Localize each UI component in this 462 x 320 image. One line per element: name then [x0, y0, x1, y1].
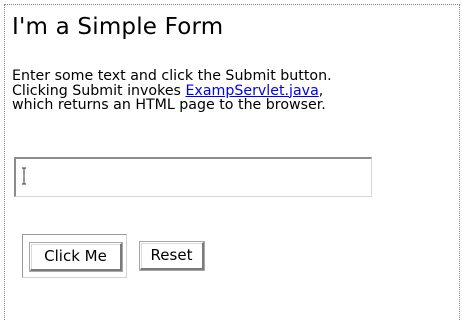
- description-line-1: Enter some text and click the Submit but…: [12, 68, 332, 84]
- default-button-frame: Click Me: [22, 234, 127, 278]
- description-line-2: Clicking Submit invokes ExampServlet.jav…: [12, 83, 458, 99]
- reset-button[interactable]: Reset: [140, 242, 204, 270]
- page-title: I'm a Simple Form: [12, 14, 224, 40]
- submit-button[interactable]: Click Me: [30, 243, 122, 271]
- form-description: Enter some text and click the Submit but…: [12, 69, 458, 113]
- text-input-field[interactable]: [14, 157, 372, 197]
- description-line-3: which returns an HTML page to the browse…: [12, 97, 326, 113]
